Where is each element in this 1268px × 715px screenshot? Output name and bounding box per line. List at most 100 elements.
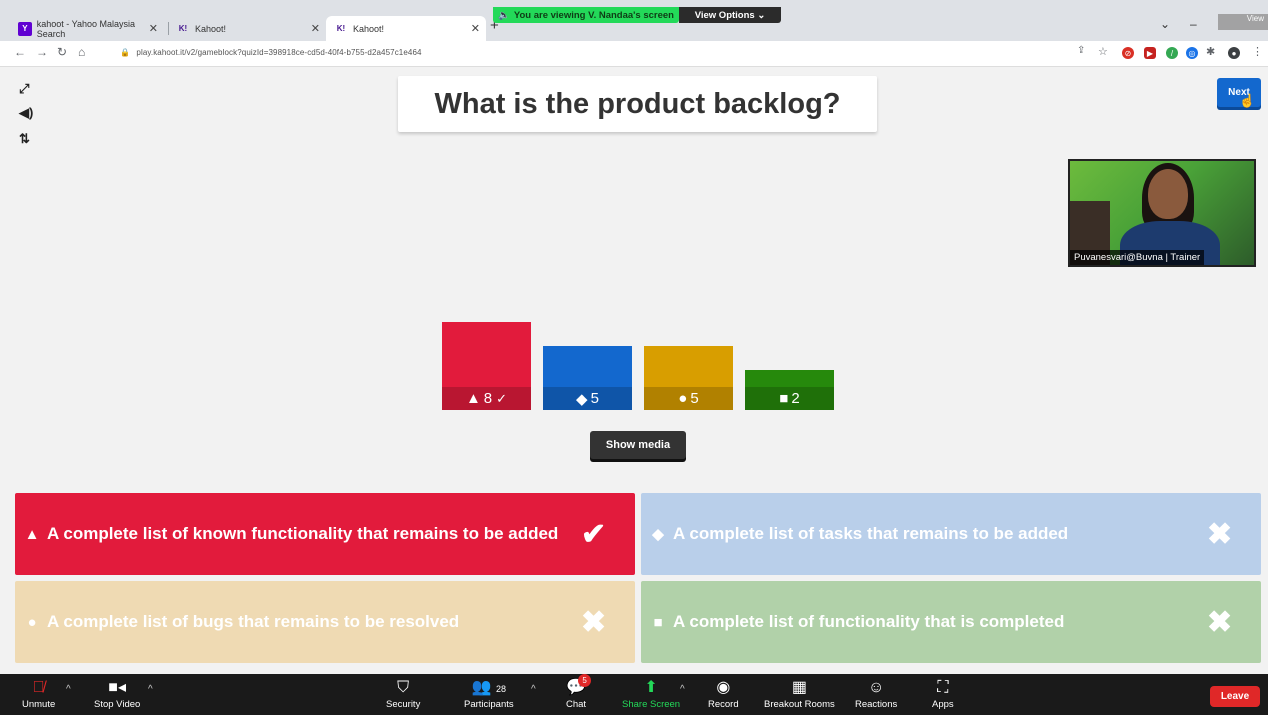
show-media-button[interactable]: Show media bbox=[590, 431, 686, 459]
extension-icon[interactable]: ⊘ bbox=[1122, 47, 1134, 59]
breakout-rooms-button[interactable]: ▦ Breakout Rooms bbox=[764, 677, 835, 710]
forward-icon[interactable]: → bbox=[36, 45, 48, 59]
close-icon[interactable]: ✕ bbox=[311, 22, 320, 35]
zoom-toolbar: 🎙̸ Unmute ^ ■◂ Stop Video ^ ⛉ Security 👥… bbox=[0, 674, 1268, 715]
participants-button[interactable]: 👥 28 Participants bbox=[464, 677, 514, 710]
chat-label: Chat bbox=[566, 699, 587, 710]
unmute-button[interactable]: 🎙̸ Unmute bbox=[22, 677, 55, 710]
diamond-icon: ◆ bbox=[576, 390, 588, 408]
diamond-icon: ◆ bbox=[652, 526, 664, 543]
muted-microphone-icon: 🎙̸ bbox=[32, 679, 45, 696]
tab-separator bbox=[168, 22, 169, 35]
result-bar-label: ◆ 5 bbox=[543, 387, 632, 410]
cross-icon: ✖ bbox=[1207, 605, 1233, 639]
tab-kahoot-1[interactable]: K! Kahoot! ✕ bbox=[172, 16, 326, 41]
participants-caret-icon[interactable]: ^ bbox=[531, 684, 536, 695]
view-button[interactable]: View bbox=[1218, 14, 1268, 30]
video-options-caret-icon[interactable]: ^ bbox=[148, 684, 153, 695]
view-options-button[interactable]: View Options ⌄ bbox=[679, 7, 781, 23]
tab-kahoot-active[interactable]: K! Kahoot! ✕ bbox=[326, 16, 486, 41]
extension-icon[interactable]: ▶ bbox=[1144, 47, 1156, 59]
reactions-label: Reactions bbox=[855, 699, 898, 710]
url-field[interactable]: 🔒 play.kahoot.it/v2/gameblock?quizId=398… bbox=[120, 48, 422, 57]
tab-label: Kahoot! bbox=[195, 23, 227, 34]
participant-video[interactable]: Puvanesvari@Buvna | Trainer bbox=[1068, 159, 1256, 267]
tab-search-chevron-icon[interactable]: ⌄ bbox=[1160, 17, 1170, 31]
speaker-icon: 🔈 bbox=[498, 9, 510, 21]
profile-avatar-icon[interactable]: ● bbox=[1228, 47, 1240, 59]
bookmark-star-icon[interactable]: ☆ bbox=[1098, 45, 1108, 58]
reactions-button[interactable]: ☺ Reactions bbox=[855, 677, 897, 710]
stop-video-button[interactable]: ■◂ Stop Video bbox=[94, 677, 140, 710]
extension-icon[interactable]: ◎ bbox=[1186, 47, 1198, 59]
kahoot-stage: ⤢ ◀) ⇅ What is the product backlog? Next… bbox=[0, 67, 1268, 674]
answer-text: A complete list of tasks that remains to… bbox=[673, 524, 1069, 543]
answer-tile-circle: ● A complete list of bugs that remains t… bbox=[15, 581, 635, 663]
close-icon[interactable]: ✕ bbox=[149, 22, 158, 35]
participant-name-label: Puvanesvari@Buvna | Trainer bbox=[1070, 250, 1205, 265]
reactions-smiley-icon: ☺ bbox=[867, 679, 885, 696]
apps-button[interactable]: ⛶ Apps bbox=[932, 677, 954, 710]
yahoo-icon: Y bbox=[18, 21, 32, 36]
security-button[interactable]: ⛉ Security bbox=[386, 677, 420, 710]
record-button[interactable]: ◉ Record bbox=[708, 677, 739, 710]
screen-share-banner: 🔈 You are viewing V. Nandaa's screen bbox=[493, 7, 679, 23]
participants-label: Participants bbox=[464, 699, 514, 710]
breakout-rooms-icon: ▦ bbox=[791, 679, 807, 696]
extension-icon[interactable]: / bbox=[1166, 47, 1178, 59]
answer-tile-diamond: ◆ A complete list of tasks that remains … bbox=[641, 493, 1261, 575]
reload-icon[interactable]: ↻ bbox=[57, 45, 67, 59]
circle-icon: ● bbox=[27, 613, 37, 631]
security-label: Security bbox=[386, 699, 421, 710]
shield-icon: ⛉ bbox=[397, 679, 410, 696]
volume-icon[interactable]: ◀) bbox=[19, 105, 33, 121]
share-icon[interactable]: ⇪ bbox=[1077, 45, 1085, 56]
leave-button[interactable]: Leave bbox=[1210, 686, 1260, 707]
record-icon: ◉ bbox=[716, 679, 731, 696]
answer-text: A complete list of known functionality t… bbox=[47, 524, 559, 543]
close-icon[interactable]: ✕ bbox=[471, 22, 480, 35]
result-bar-label: ● 5 bbox=[644, 387, 733, 410]
result-count: 5 bbox=[590, 390, 599, 407]
share-options-caret-icon[interactable]: ^ bbox=[680, 684, 685, 695]
result-count: 2 bbox=[791, 390, 800, 407]
share-screen-icon: ⬆ bbox=[644, 679, 658, 696]
triangle-icon: ▲ bbox=[24, 525, 40, 543]
square-icon: ■ bbox=[779, 390, 789, 407]
result-count: 5 bbox=[690, 390, 699, 407]
stop-video-label: Stop Video bbox=[94, 699, 141, 710]
fullscreen-icon[interactable]: ⤢ bbox=[19, 81, 29, 97]
url-text: play.kahoot.it/v2/gameblock?quizId=39891… bbox=[136, 48, 422, 57]
screen: Y kahoot - Yahoo Malaysia Search ✕ K! Ka… bbox=[0, 0, 1268, 715]
hand-cursor-icon: ☝ bbox=[1239, 93, 1256, 108]
chat-button[interactable]: 💬 5 Chat bbox=[566, 674, 592, 710]
checkmark-icon: ✔ bbox=[581, 517, 607, 551]
tab-yahoo-search[interactable]: Y kahoot - Yahoo Malaysia Search ✕ bbox=[12, 16, 164, 41]
address-bar: ← → ↻ ⌂ 🔒 play.kahoot.it/v2/gameblock?qu… bbox=[0, 41, 1268, 67]
home-icon[interactable]: ⌂ bbox=[78, 45, 85, 59]
circle-icon: ● bbox=[678, 390, 688, 407]
unmute-label: Unmute bbox=[22, 699, 56, 710]
result-bar-label: ▲ 8 ✓ bbox=[442, 387, 531, 410]
more-menu-icon[interactable]: ⋮ bbox=[1252, 45, 1263, 58]
minimize-icon[interactable]: – bbox=[1190, 17, 1197, 31]
sort-icon[interactable]: ⇅ bbox=[19, 131, 30, 147]
share-screen-button[interactable]: ⬆ Share Screen bbox=[622, 677, 680, 710]
result-bar: ● 5 bbox=[644, 346, 733, 410]
audio-options-caret-icon[interactable]: ^ bbox=[66, 684, 71, 695]
chat-bubble-icon: 💬 5 bbox=[566, 674, 592, 699]
chat-unread-badge: 5 bbox=[578, 674, 592, 687]
video-camera-icon: ■◂ bbox=[108, 679, 126, 696]
participants-count: 28 bbox=[496, 684, 507, 694]
cross-icon: ✖ bbox=[1207, 517, 1233, 551]
apps-icon: ⛶ bbox=[937, 679, 949, 696]
apps-label: Apps bbox=[932, 699, 954, 710]
back-icon[interactable]: ← bbox=[14, 45, 26, 59]
person-head bbox=[1148, 169, 1188, 219]
square-icon: ■ bbox=[653, 613, 663, 631]
viewing-label: You are viewing V. Nandaa's screen bbox=[513, 9, 674, 21]
extensions-puzzle-icon[interactable]: ✱ bbox=[1206, 45, 1215, 58]
correct-check-icon: ✓ bbox=[496, 390, 508, 406]
result-bar: ■ 2 bbox=[745, 370, 834, 410]
answer-tile-square: ■ A complete list of functionality that … bbox=[641, 581, 1261, 663]
